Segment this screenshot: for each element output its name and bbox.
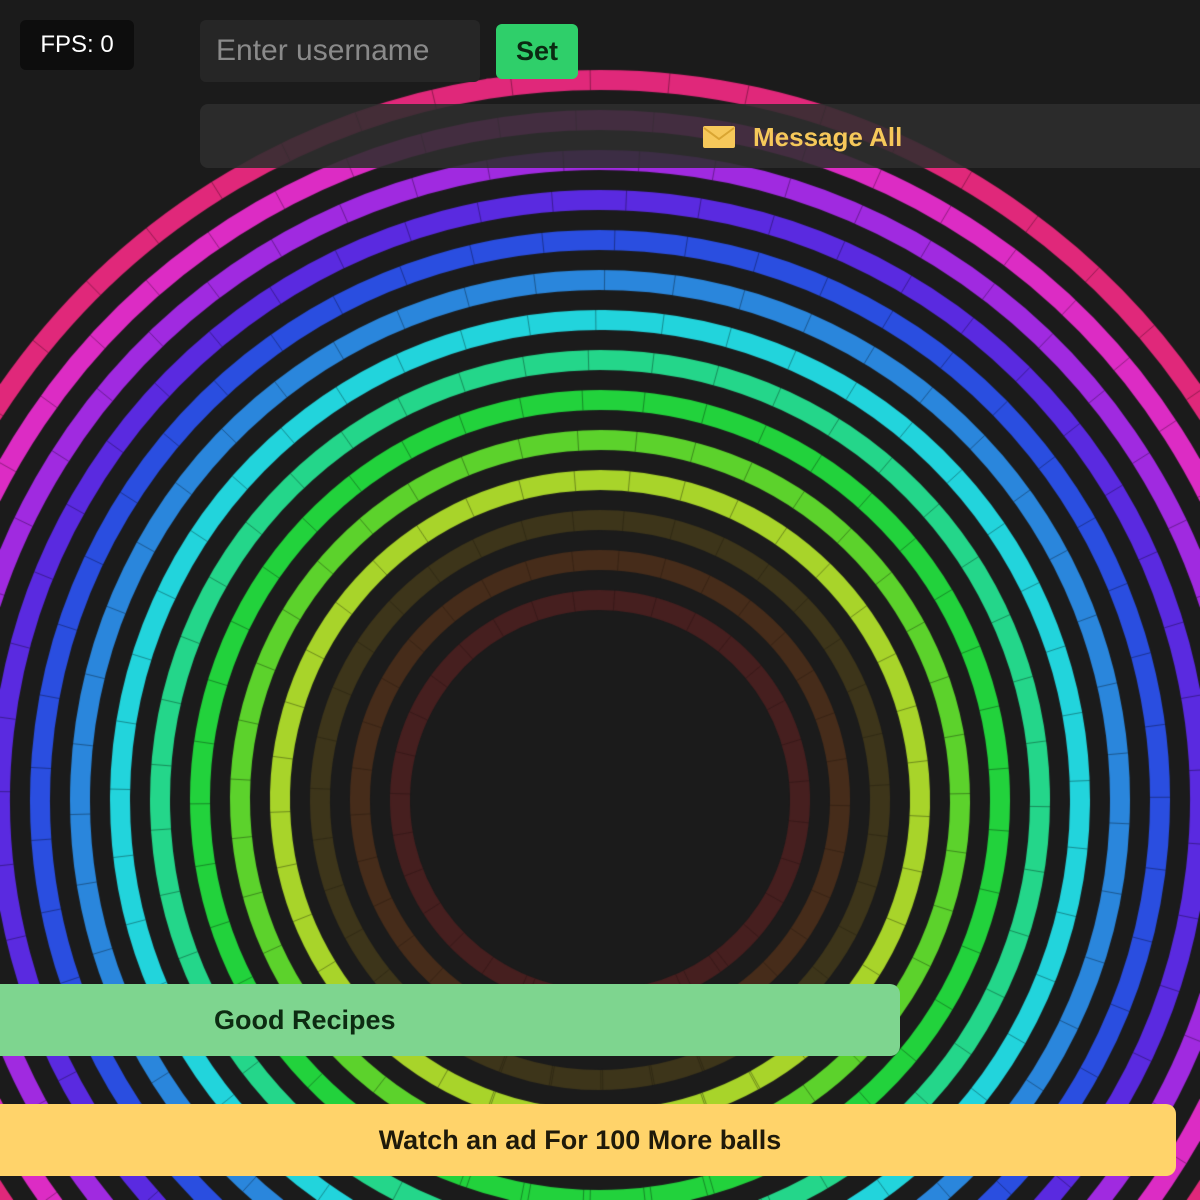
message-bar [200,104,1200,168]
fps-counter: FPS: 0 [20,20,134,70]
username-input[interactable] [200,20,480,82]
envelope-icon [703,126,735,148]
watch-ad-button[interactable]: Watch an ad For 100 More balls [0,1104,1176,1176]
message-all-button[interactable]: Message All [703,118,902,156]
game-stage: FPS: 0 Set Message All Good Recipes Watc… [0,0,1200,1200]
good-recipes-button[interactable]: Good Recipes [0,984,900,1056]
set-username-button[interactable]: Set [496,24,578,79]
message-all-label: Message All [753,121,903,152]
